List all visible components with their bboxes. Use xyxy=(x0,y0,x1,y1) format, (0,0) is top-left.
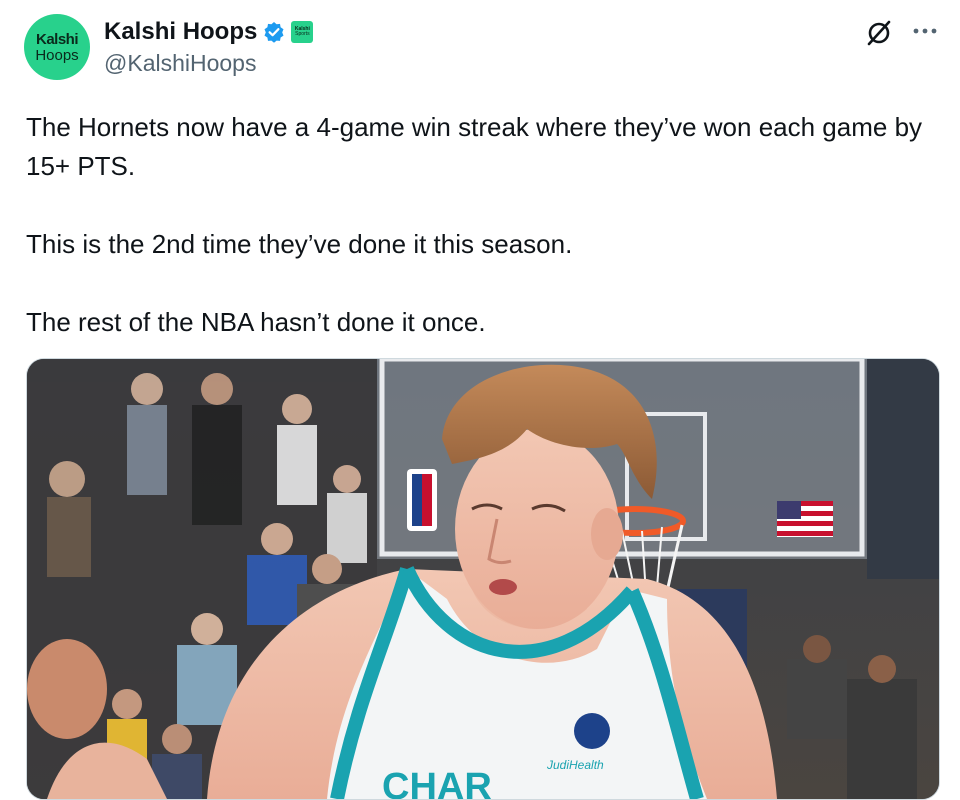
more-options-icon[interactable] xyxy=(908,16,942,46)
author-handle[interactable]: @KalshiHoops xyxy=(104,50,256,77)
author-name-row: Kalshi Hoops Kalshi Sports xyxy=(104,18,314,46)
tweet-paragraph-1: The Hornets now have a 4-game win streak… xyxy=(26,112,923,181)
avatar-text-line2: Hoops xyxy=(35,46,79,64)
affiliate-badge-line2: Sports xyxy=(295,31,310,37)
tweet-paragraph-3: The rest of the NBA hasn’t done it once. xyxy=(26,307,486,337)
author-display-name[interactable]: Kalshi Hoops xyxy=(104,18,257,46)
grok-icon[interactable] xyxy=(864,18,894,48)
verified-badge-icon[interactable] xyxy=(263,21,285,43)
affiliate-badge[interactable]: Kalshi Sports xyxy=(291,21,314,43)
tweet-text: The Hornets now have a 4-game win streak… xyxy=(26,108,926,342)
tweet-paragraph-2: This is the 2nd time they’ve done it thi… xyxy=(26,229,573,259)
avatar-text-line1: Kalshi xyxy=(35,30,79,48)
tweet-photo[interactable]: JudiHealth CHAR xyxy=(26,358,940,800)
jersey-sponsor: JudiHealth xyxy=(546,758,604,772)
jersey-lettering: CHAR xyxy=(382,766,492,799)
author-avatar[interactable]: Kalshi Hoops xyxy=(24,14,90,80)
